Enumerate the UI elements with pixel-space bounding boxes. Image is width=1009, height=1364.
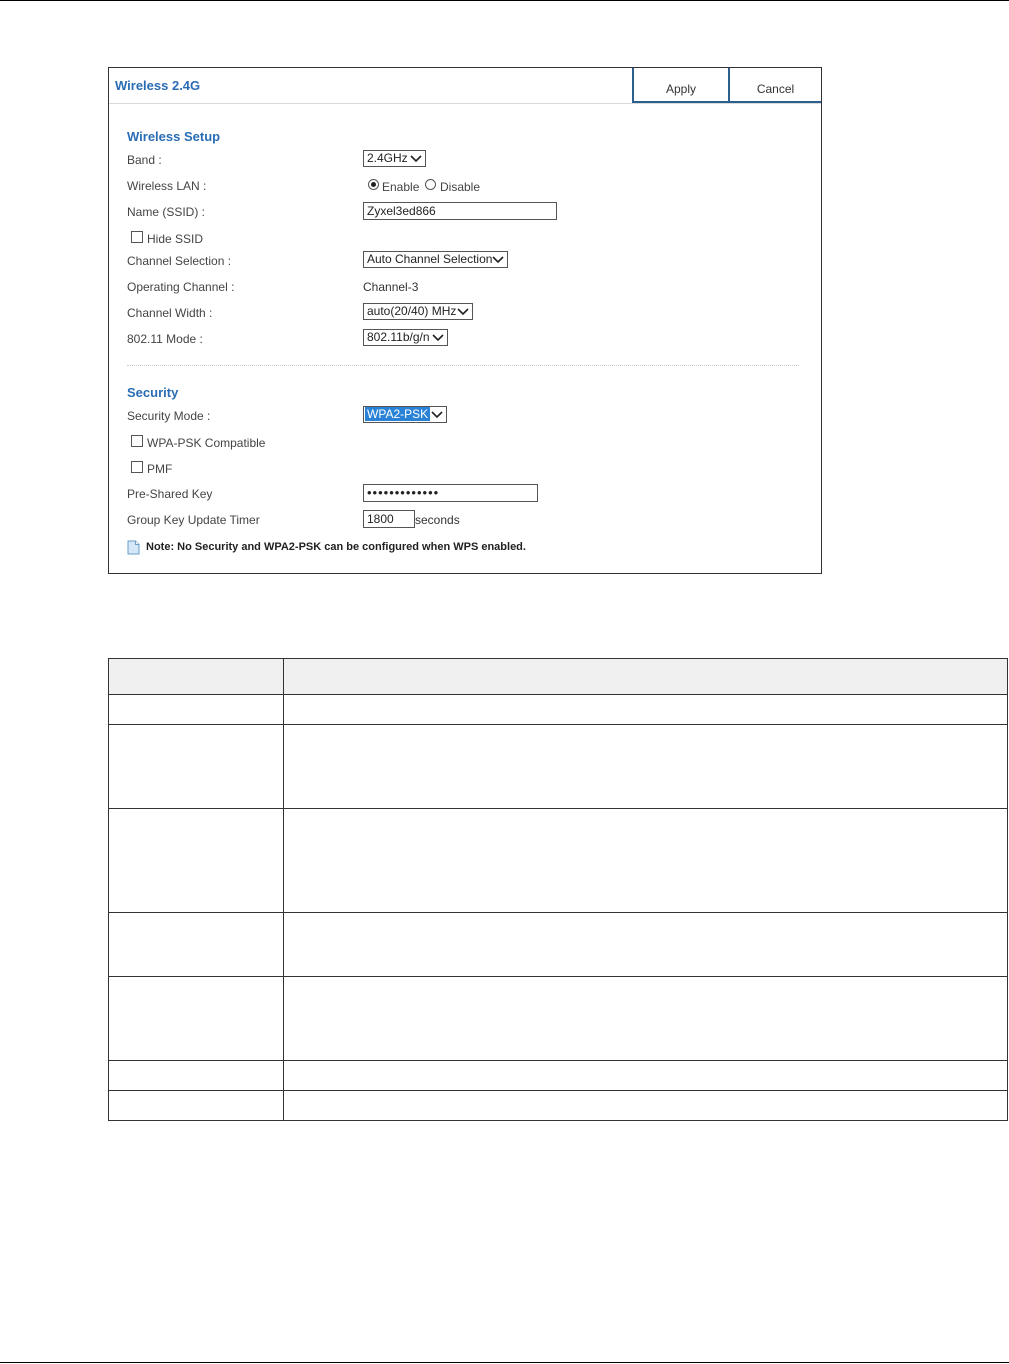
table-row <box>108 808 1008 913</box>
wpa-psk-compatible-label: WPA-PSK Compatible <box>147 436 266 450</box>
mode-80211-label: 802.11 Mode : <box>127 332 203 346</box>
wireless-lan-enable-radio[interactable] <box>368 179 379 190</box>
page-bottom-rule <box>0 1362 1009 1363</box>
wireless-lan-enable-label: Enable <box>382 180 420 194</box>
chevron-down-icon <box>410 155 422 163</box>
chevron-down-icon <box>432 334 444 342</box>
chevron-down-icon <box>457 308 469 316</box>
wireless-lan-disable-radio[interactable] <box>425 179 436 190</box>
field-description-table <box>108 658 1008 1121</box>
section-divider <box>127 365 799 366</box>
table-header-cell <box>108 658 284 695</box>
channel-width-select[interactable]: auto(20/40) MHz <box>363 303 473 320</box>
table-row <box>108 976 1008 1061</box>
table-header-cell <box>283 658 1008 695</box>
panel-title: Wireless 2.4G <box>115 78 201 93</box>
chevron-down-icon <box>492 256 504 264</box>
pmf-label: PMF <box>147 462 173 476</box>
pre-shared-key-input[interactable]: ••••••••••••• <box>363 484 538 502</box>
apply-button[interactable]: Apply <box>632 68 728 103</box>
security-mode-label: Security Mode : <box>127 409 211 423</box>
ssid-label: Name (SSID) : <box>127 205 206 219</box>
security-heading: Security <box>127 385 179 400</box>
channel-width-value: auto(20/40) MHz <box>367 304 457 318</box>
cancel-button[interactable]: Cancel <box>728 68 821 103</box>
group-key-timer-label: Group Key Update Timer <box>127 513 260 527</box>
group-key-timer-unit: seconds <box>415 513 460 527</box>
hide-ssid-checkbox[interactable] <box>131 231 143 243</box>
table-row <box>108 724 1008 809</box>
note-text: Note: No Security and WPA2-PSK can be co… <box>146 541 526 553</box>
group-key-timer-input[interactable] <box>363 510 415 528</box>
page-top-rule <box>0 0 1009 1</box>
wireless-lan-label: Wireless LAN : <box>127 179 207 193</box>
channel-selection-value: Auto Channel Selection <box>367 252 493 266</box>
wireless-lan-disable-label: Disable <box>440 180 481 194</box>
table-header-row <box>108 658 1008 695</box>
band-label: Band : <box>127 153 162 167</box>
band-select[interactable]: 2.4GHz <box>363 150 426 167</box>
table-row <box>108 912 1008 977</box>
pre-shared-key-label: Pre-Shared Key <box>127 487 213 501</box>
wireless-settings-panel: Wireless 2.4G Apply Cancel Wireless Setu… <box>108 67 822 574</box>
note-document-icon <box>127 540 140 555</box>
security-mode-select[interactable]: WPA2-PSK <box>363 406 447 423</box>
channel-width-label: Channel Width : <box>127 306 213 320</box>
channel-selection-label: Channel Selection : <box>127 254 232 268</box>
pmf-checkbox[interactable] <box>131 461 143 473</box>
chevron-down-icon <box>431 411 443 419</box>
band-select-value: 2.4GHz <box>367 151 408 165</box>
ssid-input[interactable] <box>363 202 557 220</box>
table-row <box>108 1090 1008 1121</box>
hide-ssid-label: Hide SSID <box>147 232 204 246</box>
operating-channel-value: Channel-3 <box>363 280 419 294</box>
operating-channel-label: Operating Channel : <box>127 280 235 294</box>
channel-selection-select[interactable]: Auto Channel Selection <box>363 251 508 268</box>
mode-80211-value: 802.11b/g/n <box>367 330 430 344</box>
security-mode-value: WPA2-PSK <box>365 407 431 421</box>
table-row <box>108 694 1008 725</box>
wireless-setup-heading: Wireless Setup <box>127 129 221 144</box>
table-row <box>108 1060 1008 1091</box>
panel-header: Wireless 2.4G Apply Cancel <box>109 68 821 104</box>
mode-80211-select[interactable]: 802.11b/g/n <box>363 329 448 346</box>
wpa-psk-compatible-checkbox[interactable] <box>131 435 143 447</box>
